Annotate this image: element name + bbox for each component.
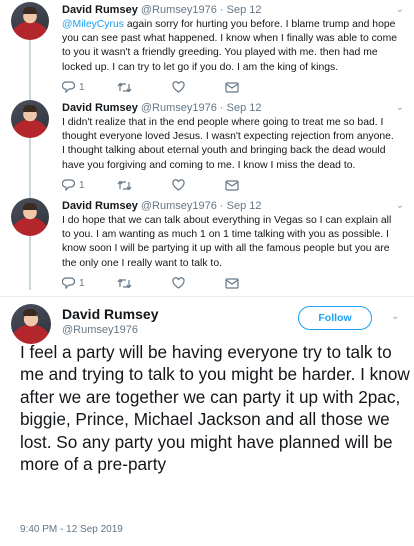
retweet-icon: [117, 278, 132, 288]
reply-button[interactable]: 1: [62, 277, 85, 289]
avatar[interactable]: [11, 100, 49, 138]
reply-icon: [62, 277, 75, 289]
reply-count: 1: [79, 179, 85, 191]
retweet-button[interactable]: [117, 278, 132, 289]
divider: [0, 296, 414, 297]
chevron-down-icon[interactable]: ⌄: [396, 102, 404, 113]
like-button[interactable]: [171, 81, 185, 93]
tweet-date[interactable]: Sep 12: [227, 4, 262, 16]
main-tweet-text: I feel a party will be having everyone t…: [20, 342, 410, 475]
envelope-icon: [224, 81, 239, 93]
retweet-icon: [117, 180, 132, 190]
author-name[interactable]: David Rumsey: [62, 306, 158, 322]
separator-dot: ·: [219, 4, 224, 16]
reply-button[interactable]: 1: [62, 81, 85, 93]
avatar[interactable]: [11, 2, 49, 40]
chevron-down-icon[interactable]: ⌄: [396, 200, 404, 211]
reply-button[interactable]: 1: [62, 179, 85, 191]
follow-button[interactable]: Follow: [298, 306, 372, 330]
avatar[interactable]: [11, 198, 49, 236]
reply-icon: [62, 179, 75, 191]
direct-message-button[interactable]: [224, 179, 239, 191]
retweet-icon: [117, 82, 132, 92]
author-handle[interactable]: @Rumsey1976: [141, 4, 217, 16]
chevron-down-icon[interactable]: ⌄: [391, 311, 399, 322]
tweet-reply-1[interactable]: David Rumsey @Rumsey1976 · Sep 12 ⌄ @Mil…: [0, 0, 414, 100]
direct-message-button[interactable]: [224, 277, 239, 289]
tweet-actions: 1: [62, 276, 261, 290]
envelope-icon: [224, 277, 239, 289]
separator-dot: ·: [219, 102, 224, 114]
separator-dot: ·: [219, 200, 224, 212]
author-handle[interactable]: @Rumsey1976: [141, 102, 217, 114]
tweet-actions: 1: [62, 80, 261, 94]
author-name[interactable]: David Rumsey: [62, 4, 138, 16]
heart-icon: [171, 277, 185, 289]
envelope-icon: [224, 179, 239, 191]
author-handle[interactable]: @Rumsey1976: [141, 200, 217, 212]
tweet-reply-3[interactable]: David Rumsey @Rumsey1976 · Sep 12 ⌄ I do…: [0, 196, 414, 296]
avatar[interactable]: [11, 304, 51, 344]
heart-icon: [171, 179, 185, 191]
tweet-text: I do hope that we can talk about everyth…: [62, 215, 392, 269]
tweet-date[interactable]: Sep 12: [227, 102, 262, 114]
like-button[interactable]: [171, 277, 185, 289]
reply-count: 1: [79, 81, 85, 93]
reply-icon: [62, 81, 75, 93]
tweet-timestamp[interactable]: 9:40 PM - 12 Sep 2019: [20, 524, 123, 535]
direct-message-button[interactable]: [224, 81, 239, 93]
author-name[interactable]: David Rumsey: [62, 102, 138, 114]
author-name[interactable]: David Rumsey: [62, 200, 138, 212]
reply-count: 1: [79, 277, 85, 289]
retweet-button[interactable]: [117, 82, 132, 93]
retweet-button[interactable]: [117, 180, 132, 191]
tweet-text: @MileyCyrus again sorry for hurting you …: [62, 18, 398, 75]
author-handle[interactable]: @Rumsey1976: [62, 324, 138, 336]
tweet-date[interactable]: Sep 12: [227, 200, 262, 212]
heart-icon: [171, 81, 185, 93]
like-button[interactable]: [171, 179, 185, 191]
tweet-text: I didn't realize that in the end people …: [62, 117, 394, 171]
tweet-actions: 1: [62, 178, 261, 192]
tweet-reply-2[interactable]: David Rumsey @Rumsey1976 · Sep 12 ⌄ I di…: [0, 98, 414, 198]
chevron-down-icon[interactable]: ⌄: [396, 4, 404, 15]
mention-link[interactable]: @MileyCyrus: [62, 19, 124, 30]
